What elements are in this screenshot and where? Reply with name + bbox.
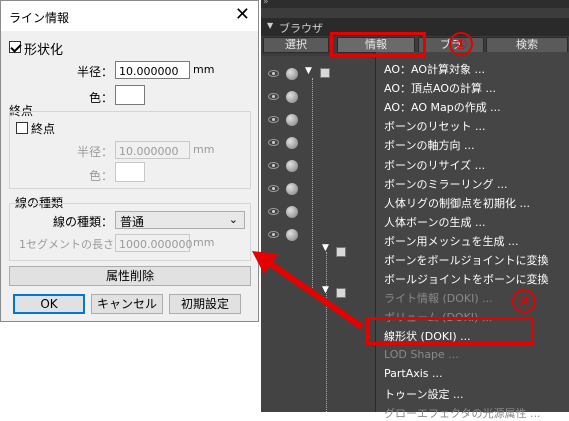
arrow-shaft [266, 259, 364, 330]
annotation-arrow [252, 251, 364, 330]
arrow-head [252, 251, 278, 274]
